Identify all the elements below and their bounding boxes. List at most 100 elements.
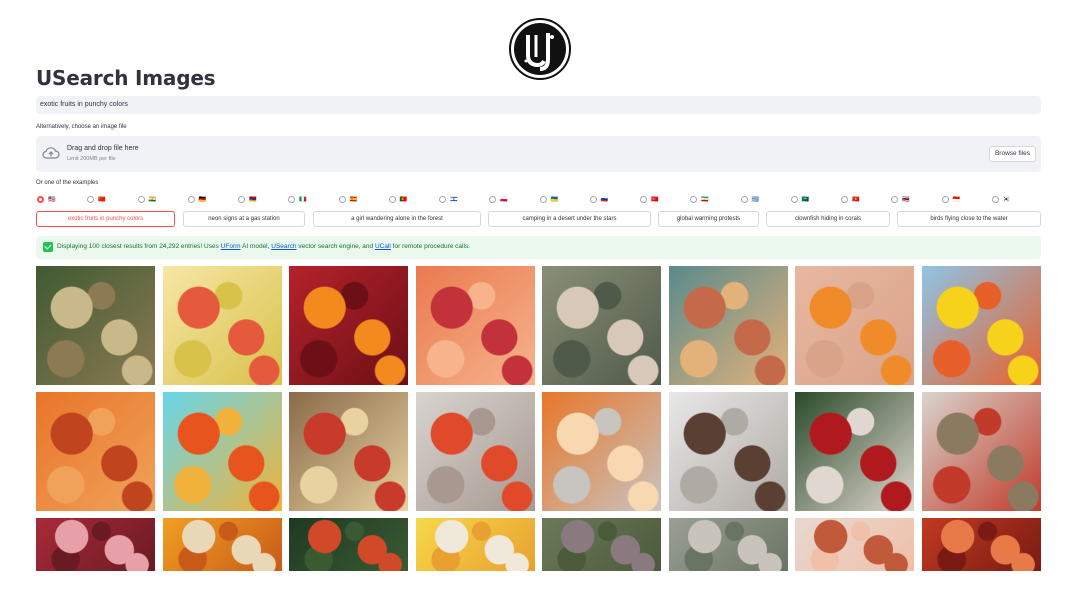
radio-button[interactable] [841, 195, 848, 203]
result-image-cactus[interactable] [542, 266, 661, 385]
result-image-berries-close[interactable] [36, 518, 155, 571]
language-option[interactable]: 🇪🇸 [338, 193, 357, 205]
example-query-button[interactable]: a girl wandering alone in the forest [313, 211, 481, 227]
language-option[interactable]: 🇺🇦 [539, 193, 558, 205]
flag-icon: 🇻🇳 [852, 196, 860, 203]
language-option[interactable]: 🇻🇳 [841, 193, 859, 205]
result-image-sliced-fruits-flatlay[interactable] [163, 266, 282, 385]
examples-label: Or one of the examples [36, 180, 99, 186]
status-text: Displaying 100 closest results from 24,2… [57, 243, 470, 250]
radio-button[interactable] [137, 195, 145, 203]
result-image-grapes[interactable] [542, 518, 661, 571]
radio-button[interactable] [539, 195, 547, 203]
language-option[interactable]: 🇹🇭 [891, 193, 910, 205]
flag-icon: 🇪🇸 [349, 196, 357, 203]
language-option[interactable]: 🇷🇺 [589, 193, 609, 205]
radio-button[interactable] [187, 195, 195, 203]
radio-button[interactable] [891, 195, 899, 203]
language-option[interactable]: 🇩🇪 [187, 193, 207, 205]
language-option[interactable]: 🇵🇱 [489, 193, 508, 205]
search-input[interactable]: exotic fruits in punchy colors [36, 96, 1041, 114]
result-image-dry-field[interactable] [922, 392, 1041, 511]
status-banner: Displaying 100 closest results from 24,2… [36, 236, 1041, 259]
flag-icon: 🇵🇹 [399, 196, 408, 203]
flag-icon: 🇺🇦 [550, 196, 558, 203]
result-image-orange-on-yellow[interactable] [922, 266, 1041, 385]
language-option[interactable]: 🇮🇳 [137, 193, 156, 205]
result-image-apple-blue[interactable] [163, 392, 282, 511]
radio-button[interactable] [37, 195, 44, 203]
upload-limit-text: Limit 200MB per file [67, 156, 116, 162]
file-uploader[interactable]: Drag and drop file here Limit 200MB per … [36, 136, 1041, 172]
page-title: USearch Images [36, 66, 216, 90]
radio-button[interactable] [790, 195, 798, 203]
drop-zone-text: Drag and drop file here [67, 145, 139, 152]
result-image-oranges-pomegranates[interactable] [289, 266, 408, 385]
result-image-yellow-snacks[interactable] [416, 518, 535, 571]
result-image-succulent[interactable] [669, 518, 788, 571]
language-option[interactable]: 🇬🇷 [740, 193, 759, 205]
language-radio-group: 🇺🇸 🇨🇳 🇮🇳 🇩🇪 🇦🇲 🇮🇹 🇪🇸 🇵🇹 🇮🇱 🇵🇱 🇺🇦 🇷🇺 🇹🇷 🇮🇷 🇬🇷 🇸🇦 🇻🇳 🇹🇭 🇮🇩 🇰🇷 [36, 193, 1041, 205]
language-option[interactable]: 🇦🇲 [238, 193, 256, 205]
example-query-button[interactable]: global warming protests [658, 211, 759, 227]
result-image-red-berries-branch[interactable] [416, 392, 535, 511]
ucall-link[interactable]: UCall [375, 243, 391, 250]
radio-button[interactable] [338, 195, 346, 203]
radio-button[interactable] [941, 195, 949, 203]
flag-icon: 🇮🇩 [952, 196, 960, 203]
radio-button[interactable] [640, 195, 647, 203]
language-option[interactable]: 🇮🇹 [288, 193, 307, 205]
radio-button[interactable] [690, 195, 698, 203]
uform-link[interactable]: UForm [221, 243, 241, 250]
language-option[interactable]: 🇺🇸 [37, 193, 55, 205]
result-image-passion-fruits[interactable] [36, 266, 155, 385]
result-image-grapefruits-kiwi[interactable] [416, 266, 535, 385]
language-option[interactable]: 🇮🇷 [690, 193, 709, 205]
flag-icon: 🇺🇸 [48, 196, 56, 203]
flag-icon: 🇩🇪 [198, 196, 207, 203]
language-option[interactable]: 🇹🇷 [640, 193, 658, 205]
flag-icon: 🇷🇺 [600, 196, 609, 203]
result-image-pineapples[interactable] [669, 266, 788, 385]
result-image-persimmon-halves[interactable] [542, 392, 661, 511]
language-option[interactable]: 🇰🇷 [991, 193, 1010, 205]
result-image-sea-urchins[interactable] [795, 518, 914, 571]
radio-button[interactable] [991, 195, 999, 203]
browse-files-button[interactable]: Browse files [988, 146, 1036, 162]
language-option[interactable]: 🇨🇳 [87, 193, 106, 205]
flag-icon: 🇬🇷 [751, 196, 759, 203]
radio-button[interactable] [740, 195, 748, 203]
radio-button[interactable] [238, 195, 245, 203]
language-option[interactable]: 🇵🇹 [388, 193, 408, 205]
language-option[interactable]: 🇸🇦 [790, 193, 810, 205]
example-query-button[interactable]: birds flying close to the water [897, 211, 1041, 227]
result-image-berries-wood[interactable] [289, 392, 408, 511]
result-image-dark-leaves[interactable] [289, 518, 408, 571]
language-option[interactable]: 🇮🇱 [439, 193, 457, 205]
radio-button[interactable] [439, 195, 446, 203]
result-image-peaches[interactable] [36, 392, 155, 511]
example-query-button[interactable]: camping in a desert under the stars [488, 211, 651, 227]
flag-icon: 🇸🇦 [801, 196, 810, 203]
radio-button[interactable] [388, 195, 396, 203]
flag-icon: 🇮🇳 [148, 196, 156, 203]
usearch-link[interactable]: USearch [271, 243, 296, 250]
radio-button[interactable] [489, 195, 497, 203]
radio-button[interactable] [288, 195, 296, 203]
example-query-button[interactable]: clownfish hiding in corals [766, 211, 890, 227]
result-image-orange-bowl[interactable] [795, 266, 914, 385]
example-query-button[interactable]: neon signs at a gas station [183, 211, 305, 227]
result-image-christmas-ornaments[interactable] [795, 392, 914, 511]
language-option[interactable]: 🇮🇩 [941, 193, 960, 205]
result-image-bare-branches[interactable] [669, 392, 788, 511]
flag-icon: 🇮🇱 [450, 196, 458, 203]
flag-icon: 🇮🇷 [701, 196, 709, 203]
flag-icon: 🇹🇭 [902, 196, 910, 203]
radio-button[interactable] [589, 195, 597, 203]
example-query-button[interactable]: exotic fruits in punchy colors [36, 211, 175, 227]
result-image-red-fruits-pile[interactable] [922, 518, 1041, 571]
flag-icon: 🇵🇱 [500, 196, 508, 203]
usearch-logo-icon [508, 17, 572, 81]
result-image-orange-jar[interactable] [163, 518, 282, 571]
radio-button[interactable] [87, 195, 95, 203]
